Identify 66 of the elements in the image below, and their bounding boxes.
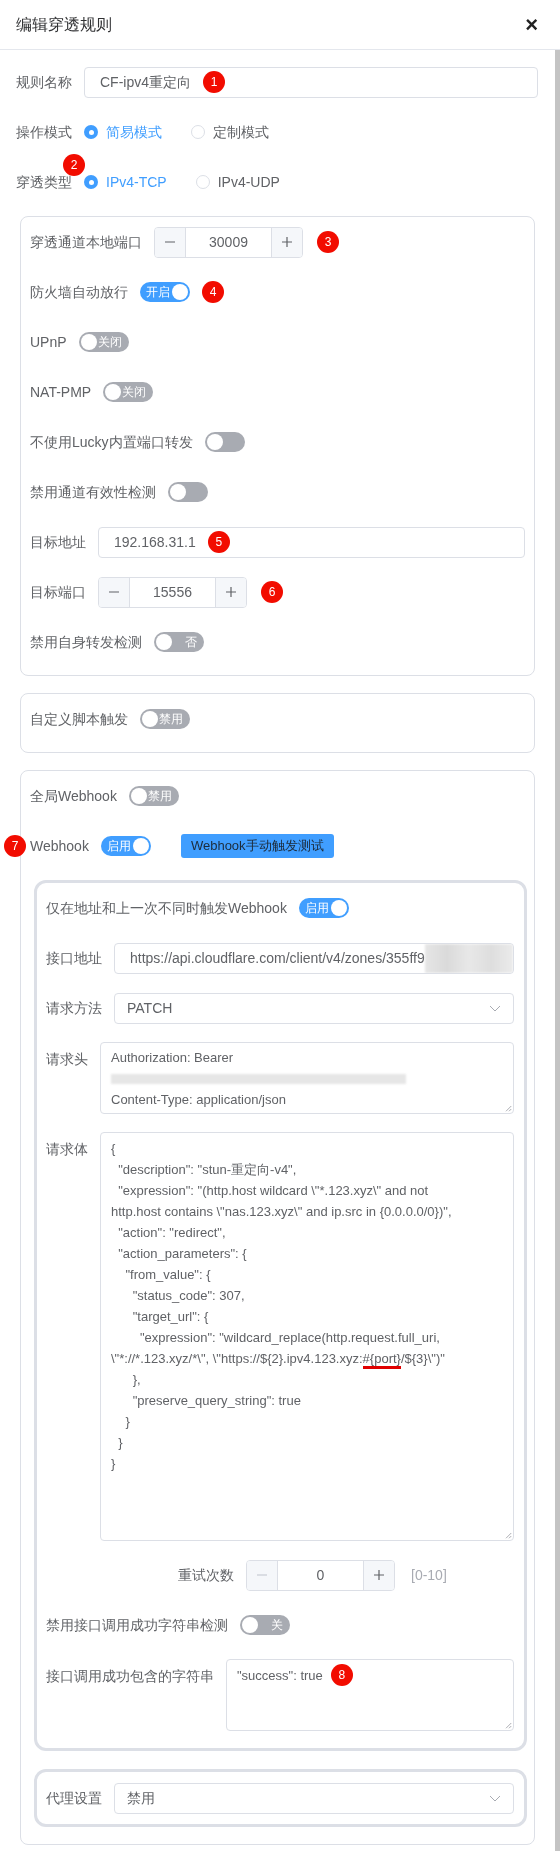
field-label: Webhook (30, 836, 89, 856)
field-label: 禁用自身转发检测 (30, 632, 142, 652)
annotation-marker: 2 (63, 154, 85, 176)
radio-button[interactable] (191, 125, 205, 139)
annotation-marker: 6 (261, 581, 283, 603)
field-label: 接口调用成功包含的字符串 (46, 1667, 214, 1686)
minus-button[interactable] (99, 577, 130, 607)
range-hint: [0-10] (411, 1565, 447, 1585)
field-label: 目标地址 (30, 532, 86, 552)
field-label: UPnP (30, 332, 67, 352)
field-label: 防火墙自动放行 (30, 282, 128, 302)
radio-label[interactable]: IPv4-UDP (217, 171, 280, 193)
field-label: 目标端口 (30, 582, 86, 602)
annotation-marker: 5 (207, 531, 230, 553)
select-field[interactable]: 禁用 (114, 1782, 514, 1814)
input-field[interactable]: CF-ipv4重定向 1 (84, 66, 538, 98)
field-label: 重试次数 (178, 1565, 234, 1585)
annotation-marker: 7 (4, 835, 26, 857)
annotation-marker: 8 (330, 1664, 353, 1686)
annotation-marker: 3 (317, 231, 339, 253)
number-input[interactable]: 0 (278, 1560, 363, 1590)
field-label: 禁用接口调用成功字符串检测 (46, 1615, 228, 1635)
input-field[interactable]: https://api.cloudflare.com/client/v4/zones/355ff9 (114, 942, 514, 974)
field-label: 穿透通道本地端口 (30, 232, 142, 252)
number-input[interactable]: 30009 (186, 227, 271, 257)
plus-icon (281, 236, 293, 248)
field-label: 代理设置 (46, 1788, 102, 1808)
field-label: 不使用Lucky内置端口转发 (30, 432, 193, 452)
close-button[interactable]: × (525, 13, 538, 36)
scrollbar[interactable] (555, 50, 560, 1851)
field-label: NAT-PMP (30, 382, 92, 402)
plus-icon (225, 586, 237, 598)
select-field[interactable]: PATCH (114, 992, 514, 1024)
resize-handle-icon (503, 1103, 512, 1112)
input-field[interactable]: 192.168.31.1 5 (98, 526, 525, 558)
toggle-switch[interactable] (168, 482, 208, 502)
radio-button[interactable] (195, 175, 210, 189)
radio-button[interactable] (84, 125, 98, 139)
resize-handle-icon (503, 1530, 512, 1539)
number-input[interactable]: 15556 (130, 577, 215, 607)
field-label: 禁用通道有效性检测 (30, 482, 156, 502)
plus-button[interactable] (215, 577, 246, 607)
field-label: 操作模式 (16, 122, 72, 142)
toggle-switch[interactable] (204, 432, 245, 452)
dialog-title: 编辑穿透规则 (16, 14, 112, 35)
plus-button[interactable] (363, 1560, 394, 1590)
resize-handle-icon (503, 1720, 512, 1729)
plus-button[interactable] (271, 227, 302, 257)
plus-icon (373, 1569, 385, 1581)
text-area[interactable]: { "description": "stun-重定向-v4", "expression": "(http.host wildcard \"*.123.xyz\" and not http.host contains \"nas.123.xyz\" and ip.src in {0.0.0.0/0})", "action": "redirect", "action_parameters": { "from_value": { "status_code": 307, "target_url": { "expression": "wildcard_replace(http.request.full_uri, \"*://*.123.xyz/*\", \"https://${2}.ipv4.123.xyz:#{port}/${3}\")" }, "preserve_query_string": true } } } (100, 1132, 514, 1541)
radio-button[interactable] (84, 175, 98, 189)
field-label: 接口地址 (46, 948, 102, 968)
test-trigger-button[interactable]: Webhook手动触发测试 (180, 834, 334, 858)
field-label: 自定义脚本触发 (30, 709, 128, 729)
field-label: 请求体 (46, 1140, 88, 1159)
minus-button[interactable] (155, 227, 186, 257)
annotation-marker: 4 (202, 281, 224, 303)
field-label: 请求方法 (46, 998, 102, 1018)
field-label: 规则名称 (16, 72, 72, 92)
annotation-marker: 1 (203, 71, 225, 93)
text-area[interactable]: "success": true 8 (226, 1659, 514, 1731)
field-label: 仅在地址和上一次不同时触发Webhook (46, 898, 287, 918)
radio-label[interactable]: 定制模式 (213, 121, 269, 143)
field-label: 请求头 (46, 1050, 88, 1069)
field-label: 全局Webhook (30, 786, 117, 806)
text-area[interactable]: Authorization: Bearer Content-Type: application/json (100, 1042, 514, 1114)
